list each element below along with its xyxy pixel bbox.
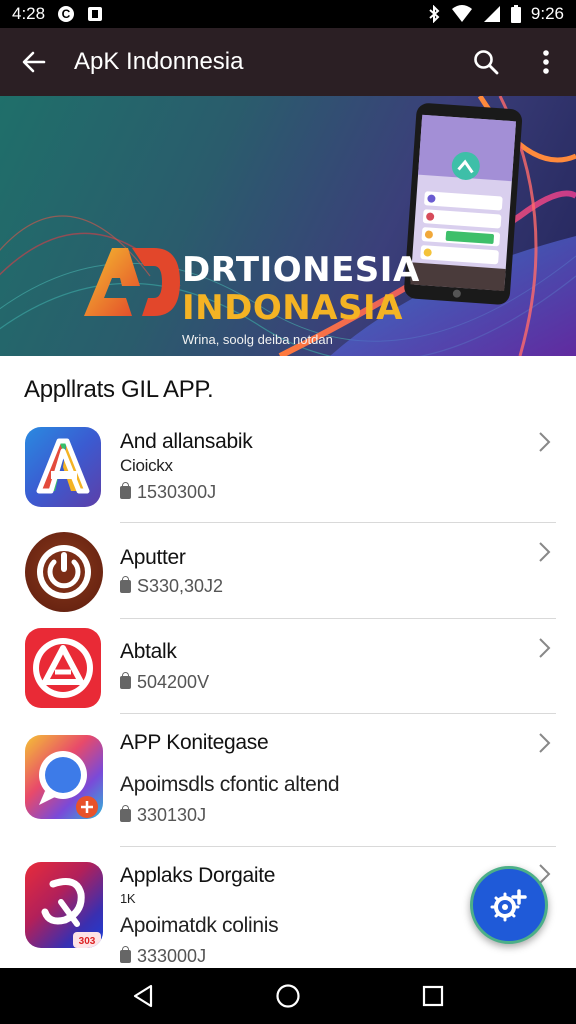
more-vert-icon [543,50,549,74]
list-item[interactable]: APP Konitegase Apoimsdls cfontic altend … [0,715,576,847]
wifi-icon [451,5,473,23]
app-size: 333000J [120,946,206,967]
list-item[interactable]: Abtalk 504200V [0,620,576,715]
app-size: 1530300J [120,482,216,503]
back-button[interactable] [0,28,68,96]
chat-search-icon [25,735,103,819]
app-name: APP Konitegase [120,731,269,754]
screen: 4:28 C 9:26 ApK Indonnesia DRTIONESIA IN… [0,0,576,1024]
app-name: Abtalk [120,640,177,663]
power-icon [25,532,103,612]
nav-home-button[interactable] [258,968,318,1024]
banner-tagline: Wrina, soolg deiba notdan [182,332,333,347]
app-size: 504200V [120,672,209,693]
status-time-left: 4:28 [12,4,46,23]
phone-mockup [404,103,523,305]
notification-icon [87,6,103,22]
list-item[interactable]: And allansabik Cioickx 1530300J [0,418,576,524]
banner-headline-2: INDONASIA [182,288,403,328]
svg-text:C: C [62,7,71,21]
promo-banner[interactable]: DRTIONESIA INDONASIA Wrina, soolg deiba … [0,96,576,356]
app-bar: ApK Indonnesia [0,28,576,96]
app-subtitle: Cioickx [120,456,173,475]
more-options-button[interactable] [516,28,576,96]
divider [120,618,556,619]
app-size-value: 504200V [137,672,210,692]
chevron-right-icon[interactable] [532,731,556,755]
app-size: S330,30J2 [120,576,223,597]
lock-icon [120,672,131,689]
app-size-value: 333000J [137,946,207,966]
swirl-logo-icon: 303 [25,862,103,948]
search-button[interactable] [456,28,516,96]
app-size-value: 330130J [137,805,207,825]
home-circle-icon [276,984,300,1008]
status-bar: 4:28 C 9:26 [0,0,576,28]
status-time-right: 9:26 [530,4,564,23]
app-subtitle: Apoimatdk colinis [120,914,279,937]
section-title: Appllrats GIL APP. [24,376,214,403]
lock-icon [120,576,131,593]
play-store-a-icon [25,427,101,507]
svg-text:303: 303 [79,936,96,947]
back-triangle-icon [133,984,152,1008]
list-item[interactable]: Aputter S330,30J2 [0,524,576,619]
lock-icon [120,946,131,963]
app-title: ApK Indonnesia [74,48,244,75]
chevron-right-icon[interactable] [532,430,556,454]
divider [120,713,556,714]
battery-icon [510,5,521,23]
chevron-right-icon[interactable] [532,540,556,564]
lock-icon [120,482,131,499]
app-small-line: 1K [120,891,136,906]
app-size-value: S330,30J2 [137,576,224,596]
app-size-value: 1530300J [137,482,217,502]
c-circle-icon: C [57,5,75,23]
divider [120,522,556,523]
nav-recents-button[interactable] [403,968,463,1024]
app-size: 330130J [120,805,206,826]
signal-icon [483,5,501,23]
app-name: And allansabik [120,430,253,453]
app-subtitle: Apoimsdls cfontic altend [120,773,340,796]
nav-back-button[interactable] [113,968,173,1024]
divider [120,846,556,847]
banner-logo-icon [84,248,180,316]
system-nav-bar [0,968,576,1024]
floating-action-button[interactable] [470,866,548,944]
banner-headline-1: DRTIONESIA [182,250,420,290]
chevron-right-icon[interactable] [532,636,556,660]
app-name: Aputter [120,546,186,569]
bluetooth-icon [427,5,441,23]
back-arrow-icon [22,51,46,73]
lock-icon [120,805,131,822]
app-name: Applaks Dorgaite [120,864,276,887]
settings-plus-icon [490,889,527,922]
search-icon [474,50,499,75]
recents-square-icon [423,985,444,1007]
triangle-logo-icon [25,628,101,708]
